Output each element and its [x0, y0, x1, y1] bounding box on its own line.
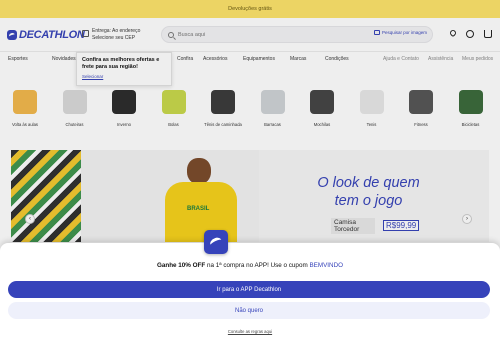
- app-promo-sheet: Ganhe 10% OFF na 1ª compra no APP! Use o…: [0, 230, 500, 348]
- open-app-button[interactable]: Ir para o APP Decathlon: [8, 281, 490, 298]
- rules-link[interactable]: Consulte as regras aqui: [0, 329, 500, 334]
- decline-button[interactable]: Não quero: [8, 302, 490, 319]
- offer-text: Ganhe 10% OFF na 1ª compra no APP! Use o…: [0, 262, 500, 269]
- coupon-code: BEMVINDO: [309, 262, 344, 269]
- offer-bold: Ganhe 10% OFF: [156, 262, 206, 269]
- offer-body: na 1ª compra no APP! Use o cupom: [205, 262, 310, 269]
- decathlon-app-icon: [204, 230, 228, 254]
